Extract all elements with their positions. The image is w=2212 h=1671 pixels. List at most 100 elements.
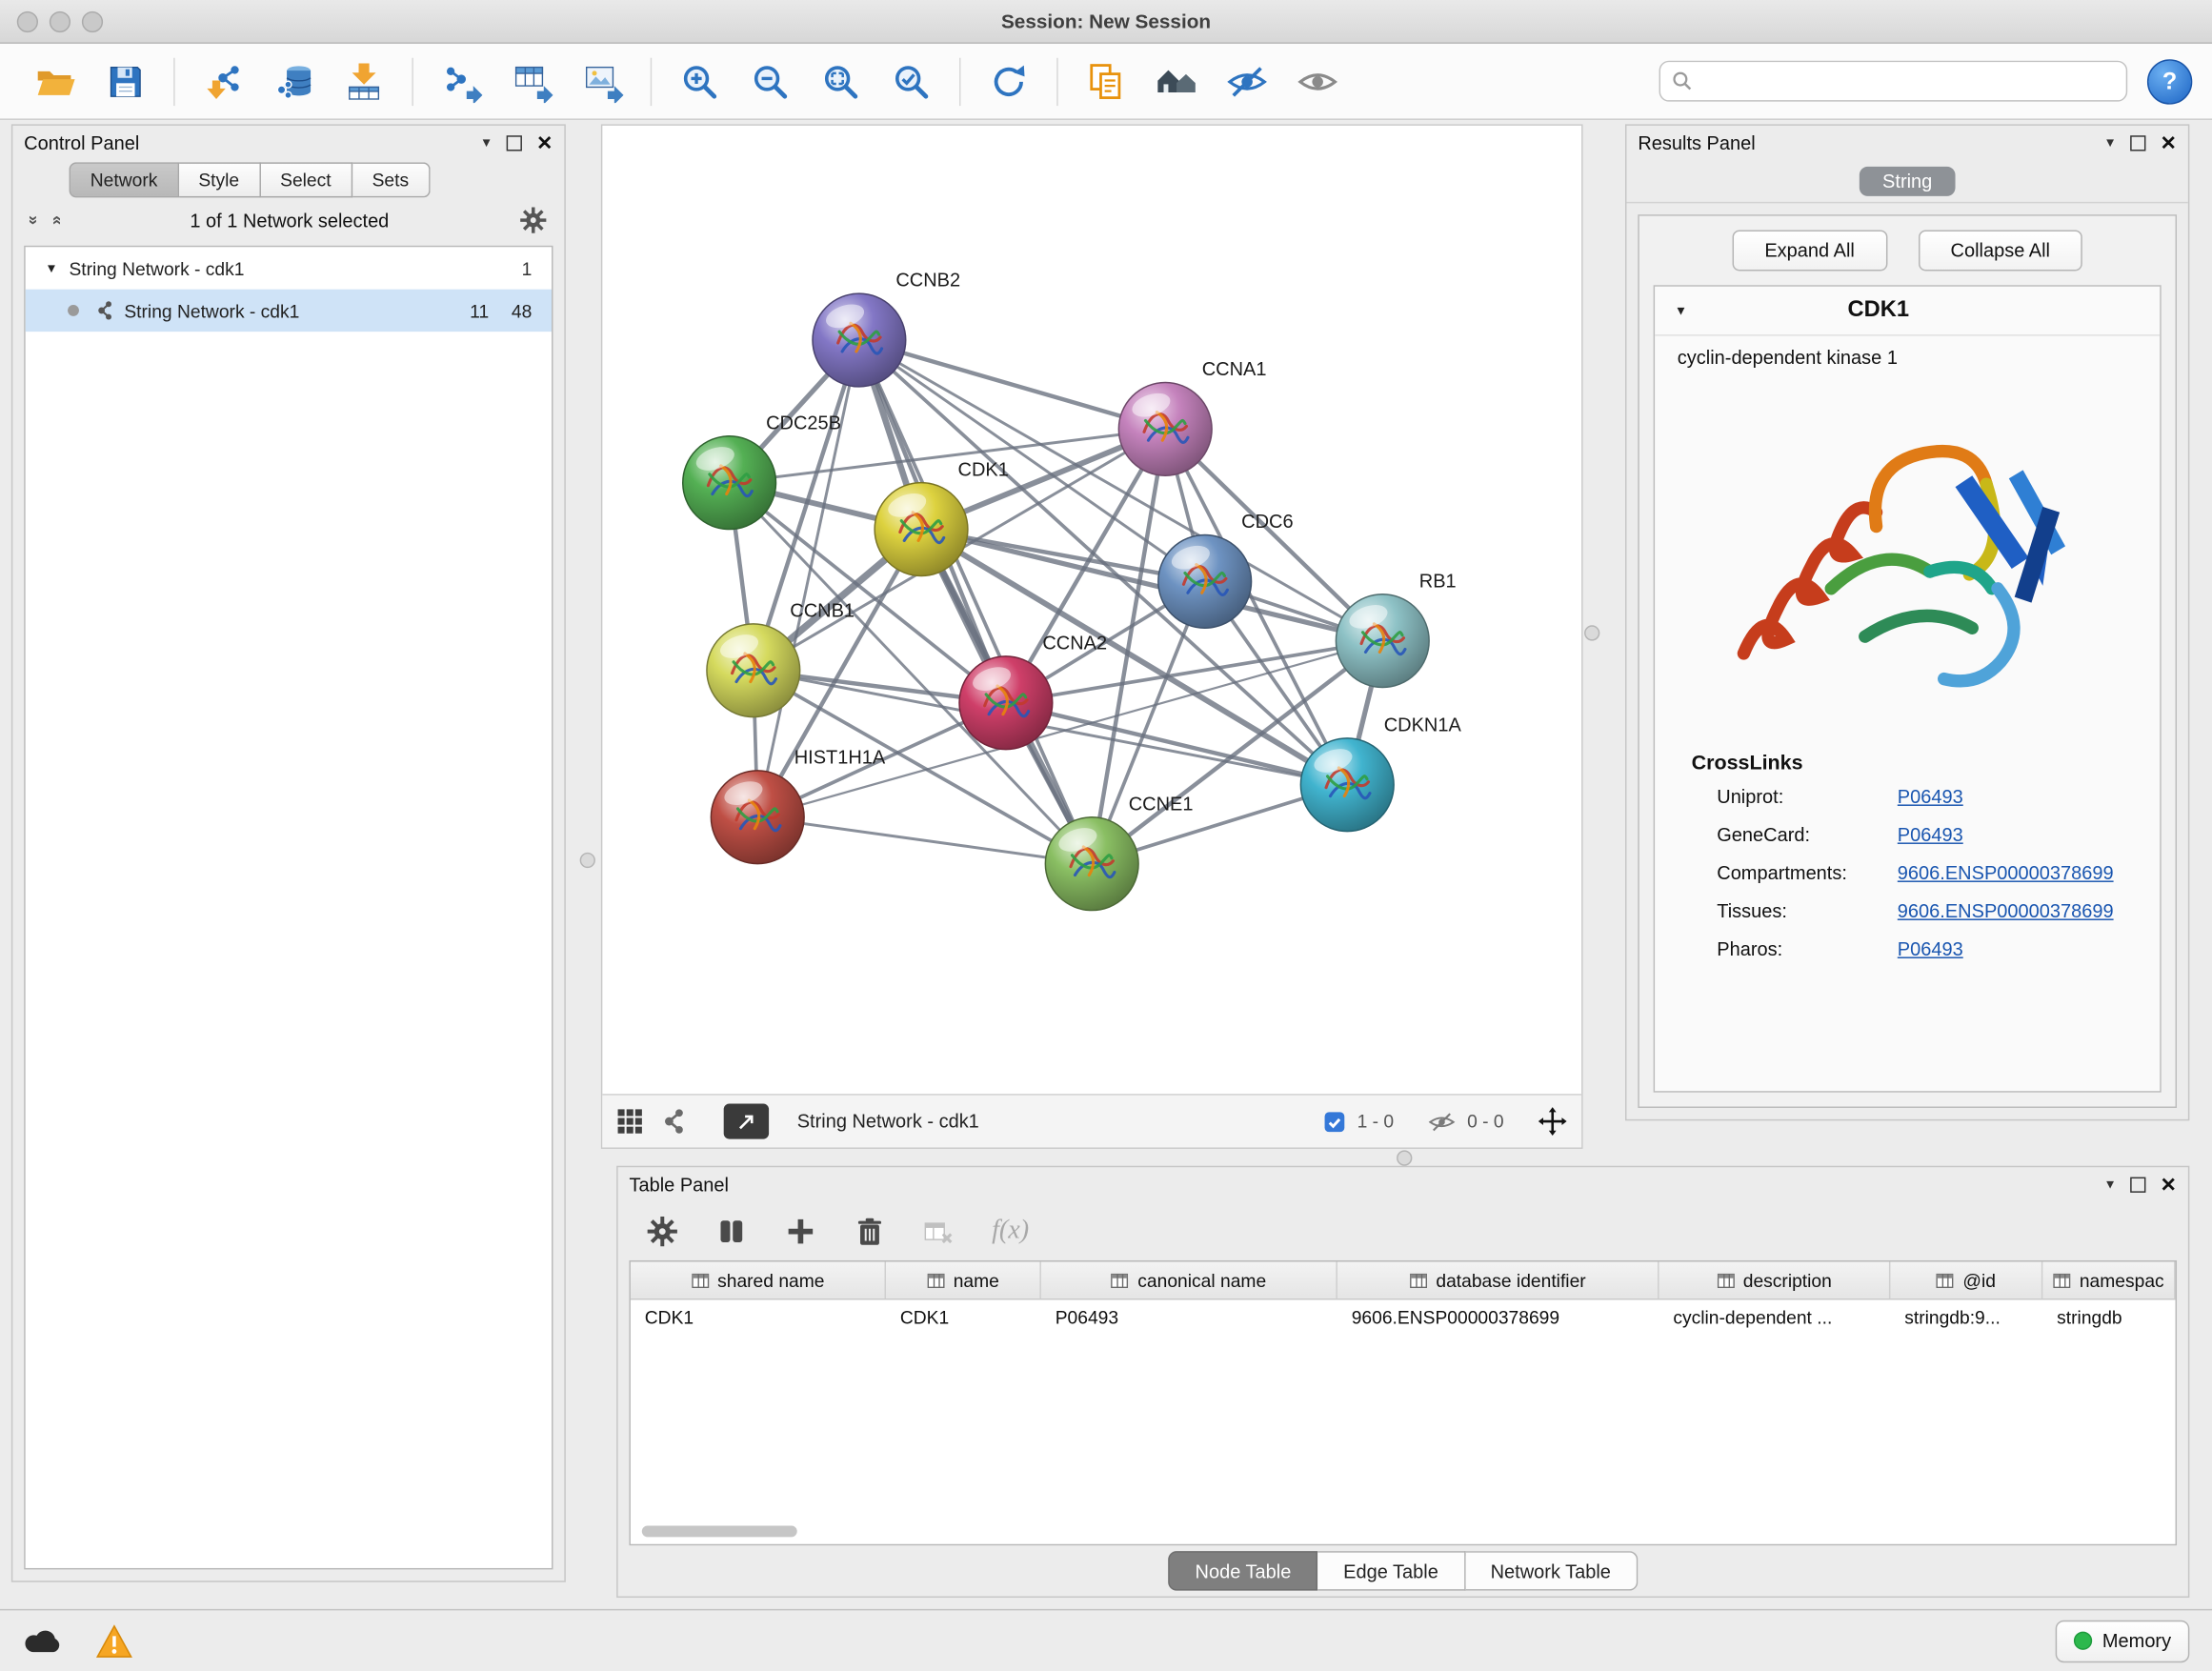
float-panel-icon[interactable]	[2131, 134, 2146, 150]
splitter-handle-bottom[interactable]	[1397, 1150, 1412, 1165]
cell-name[interactable]: CDK1	[886, 1299, 1041, 1335]
genecard-link[interactable]: P06493	[1898, 824, 2160, 845]
close-panel-icon[interactable]: ✕	[536, 132, 553, 152]
tab-network[interactable]: Network	[70, 162, 179, 197]
zoom-in-button[interactable]	[665, 50, 735, 112]
show-graphics-button[interactable]	[1282, 50, 1353, 112]
search-box[interactable]	[1659, 61, 2128, 102]
column-header-canonical-name[interactable]: canonical name	[1041, 1261, 1337, 1299]
hide-graphics-button[interactable]	[1212, 50, 1282, 112]
collapse-panel-icon[interactable]: ▼	[2104, 1178, 2117, 1192]
network-node-CCNA1[interactable]: CCNA1	[1118, 359, 1266, 475]
grid-view-button[interactable]	[616, 1108, 643, 1135]
float-panel-icon[interactable]	[2131, 1177, 2146, 1192]
column-header-description[interactable]: description	[1659, 1261, 1891, 1299]
tab-style[interactable]: Style	[179, 162, 261, 197]
save-session-button[interactable]	[90, 50, 161, 112]
network-edge-CCNB2-HIST1H1A[interactable]	[757, 340, 859, 817]
horizontal-scrollbar-thumb[interactable]	[642, 1526, 797, 1538]
search-input[interactable]	[1701, 70, 2115, 93]
collapse-all-networks-icon[interactable]: »	[45, 215, 65, 225]
gear-icon[interactable]	[519, 206, 548, 234]
collapse-panel-icon[interactable]: ▼	[2104, 135, 2117, 150]
expand-all-networks-icon[interactable]: »	[25, 215, 45, 225]
function-builder-button[interactable]: f(x)	[992, 1216, 1029, 1247]
cell-canonical-name[interactable]: P06493	[1041, 1299, 1337, 1335]
column-header-database-identifier[interactable]: database identifier	[1337, 1261, 1659, 1299]
close-window-button[interactable]	[17, 11, 38, 32]
splitter-handle-right[interactable]	[1584, 625, 1599, 640]
gene-card-header[interactable]: ▼ CDK1	[1655, 287, 2160, 336]
warning-icon[interactable]	[96, 1623, 133, 1658]
move-crosshair-icon[interactable]	[1538, 1106, 1567, 1136]
refresh-button[interactable]	[974, 50, 1044, 112]
network-collection-row[interactable]: ▼ String Network - cdk1 1	[26, 247, 552, 289]
network-node-CCNB1[interactable]: CCNB1	[707, 600, 855, 716]
cloud-icon[interactable]	[23, 1626, 65, 1656]
network-edge-CCNA2-CDKN1A[interactable]	[1006, 703, 1347, 785]
tab-node-table[interactable]: Node Table	[1168, 1551, 1317, 1590]
new-network-button[interactable]	[426, 50, 496, 112]
import-network-file-button[interactable]	[188, 50, 258, 112]
help-button[interactable]: ?	[2147, 58, 2192, 103]
add-column-icon[interactable]	[784, 1215, 816, 1247]
cell-id[interactable]: stringdb:9...	[1890, 1299, 2042, 1335]
home-button[interactable]	[1141, 50, 1212, 112]
column-header-namespace[interactable]: namespac	[2042, 1261, 2175, 1299]
network-node-CDKN1A[interactable]: CDKN1A	[1300, 715, 1461, 831]
cell-shared-name[interactable]: CDK1	[631, 1299, 886, 1335]
maximize-window-button[interactable]	[82, 11, 103, 32]
uniprot-link[interactable]: P06493	[1898, 786, 2160, 807]
network-edge-RB1-HIST1H1A[interactable]	[757, 641, 1382, 817]
tab-network-table[interactable]: Network Table	[1465, 1551, 1638, 1590]
duplicate-document-button[interactable]	[1071, 50, 1141, 112]
zoom-out-button[interactable]	[735, 50, 806, 112]
minimize-window-button[interactable]	[50, 11, 70, 32]
gear-icon[interactable]	[646, 1215, 678, 1247]
open-session-button[interactable]	[20, 50, 90, 112]
cell-database-identifier[interactable]: 9606.ENSP00000378699	[1337, 1299, 1659, 1335]
column-header-name[interactable]: name	[886, 1261, 1041, 1299]
disclosure-triangle-icon[interactable]: ▼	[1675, 304, 1687, 318]
delete-icon[interactable]	[854, 1215, 886, 1247]
close-panel-icon[interactable]: ✕	[2161, 132, 2177, 152]
collapse-panel-icon[interactable]: ▼	[480, 135, 493, 150]
zoom-selected-button[interactable]	[876, 50, 947, 112]
export-image-button[interactable]	[567, 50, 637, 112]
compartments-link[interactable]: 9606.ENSP00000378699	[1898, 862, 2160, 883]
network-edge-CCNB2-CCNA1[interactable]	[859, 340, 1165, 429]
column-header-id[interactable]: @id	[1890, 1261, 2042, 1299]
cell-description[interactable]: cyclin-dependent ...	[1659, 1299, 1891, 1335]
table-row[interactable]: CDK1 CDK1 P06493 9606.ENSP00000378699 cy…	[631, 1299, 2176, 1335]
network-node-CDC6[interactable]: CDC6	[1158, 512, 1294, 628]
tab-select[interactable]: Select	[260, 162, 352, 197]
network-canvas[interactable]: CCNB2CCNA1CDC25BCDK1CDC6RB1CCNB1CCNA2CDK…	[602, 126, 1581, 1094]
network-row-selected[interactable]: String Network - cdk1 11 48	[26, 290, 552, 332]
network-node-CCNB2[interactable]: CCNB2	[813, 271, 960, 387]
network-node-HIST1H1A[interactable]: HIST1H1A	[711, 747, 886, 863]
import-table-file-button[interactable]	[329, 50, 399, 112]
float-panel-icon[interactable]	[507, 134, 522, 150]
tab-string[interactable]: String	[1860, 166, 1955, 195]
pharos-link[interactable]: P06493	[1898, 938, 2160, 959]
network-node-CDK1[interactable]: CDK1	[875, 459, 1009, 575]
import-network-database-button[interactable]	[258, 50, 329, 112]
hidden-eye-slash-icon[interactable]	[1428, 1110, 1457, 1133]
selected-checkbox-icon[interactable]	[1323, 1110, 1346, 1133]
disclosure-triangle-icon[interactable]: ▼	[45, 261, 57, 275]
zoom-fit-button[interactable]	[806, 50, 876, 112]
splitter-handle-left[interactable]	[580, 853, 595, 868]
network-node-RB1[interactable]: RB1	[1336, 571, 1456, 687]
tab-sets[interactable]: Sets	[352, 162, 430, 197]
column-header-shared-name[interactable]: shared name	[631, 1261, 886, 1299]
network-edge-CCNB2-CCNE1[interactable]	[859, 340, 1092, 864]
detach-view-button[interactable]	[724, 1104, 769, 1139]
network-edge-HIST1H1A-CCNE1[interactable]	[757, 817, 1092, 864]
cell-namespace[interactable]: stringdb	[2042, 1299, 2175, 1335]
overview-network-button[interactable]	[657, 1108, 684, 1135]
network-graph[interactable]: CCNB2CCNA1CDC25BCDK1CDC6RB1CCNB1CCNA2CDK…	[602, 126, 1581, 1097]
columns-icon[interactable]	[715, 1215, 748, 1247]
memory-button[interactable]: Memory	[2056, 1620, 2189, 1661]
tissues-link[interactable]: 9606.ENSP00000378699	[1898, 900, 2160, 921]
export-table-button[interactable]	[496, 50, 567, 112]
